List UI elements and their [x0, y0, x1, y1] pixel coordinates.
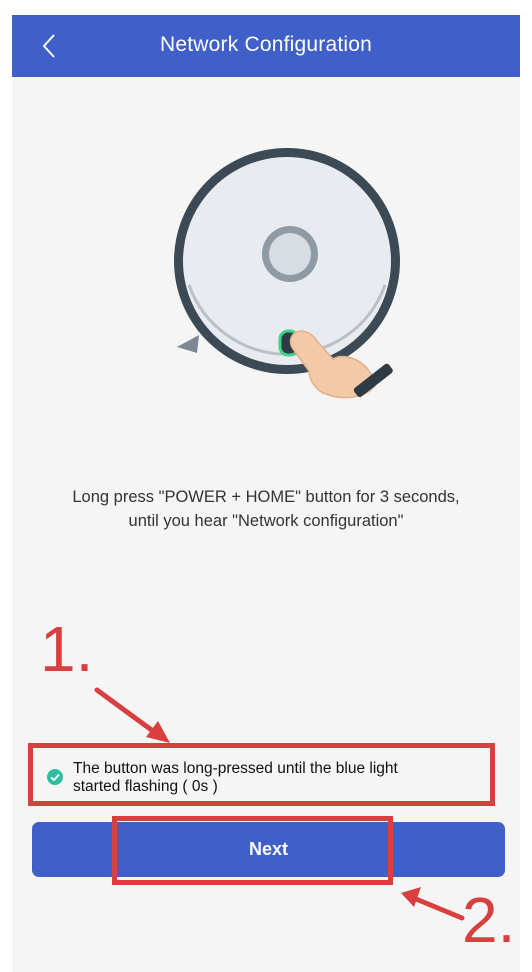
annotation-number-1: 1.	[40, 613, 94, 685]
annotation-box-confirmation	[28, 743, 495, 806]
instruction-line-2: until you hear "Network configuration"	[128, 512, 404, 530]
instruction-text: Long press "POWER + HOME" button for 3 s…	[32, 485, 500, 533]
robot-vacuum-press-icon	[174, 148, 400, 399]
annotation-number-2: 2.	[462, 884, 516, 956]
annotation-box-next	[112, 816, 393, 885]
instruction-line-1: Long press "POWER + HOME" button for 3 s…	[72, 488, 460, 506]
page-title: Network Configuration	[160, 33, 372, 56]
app-header: Network Configuration	[12, 15, 520, 77]
